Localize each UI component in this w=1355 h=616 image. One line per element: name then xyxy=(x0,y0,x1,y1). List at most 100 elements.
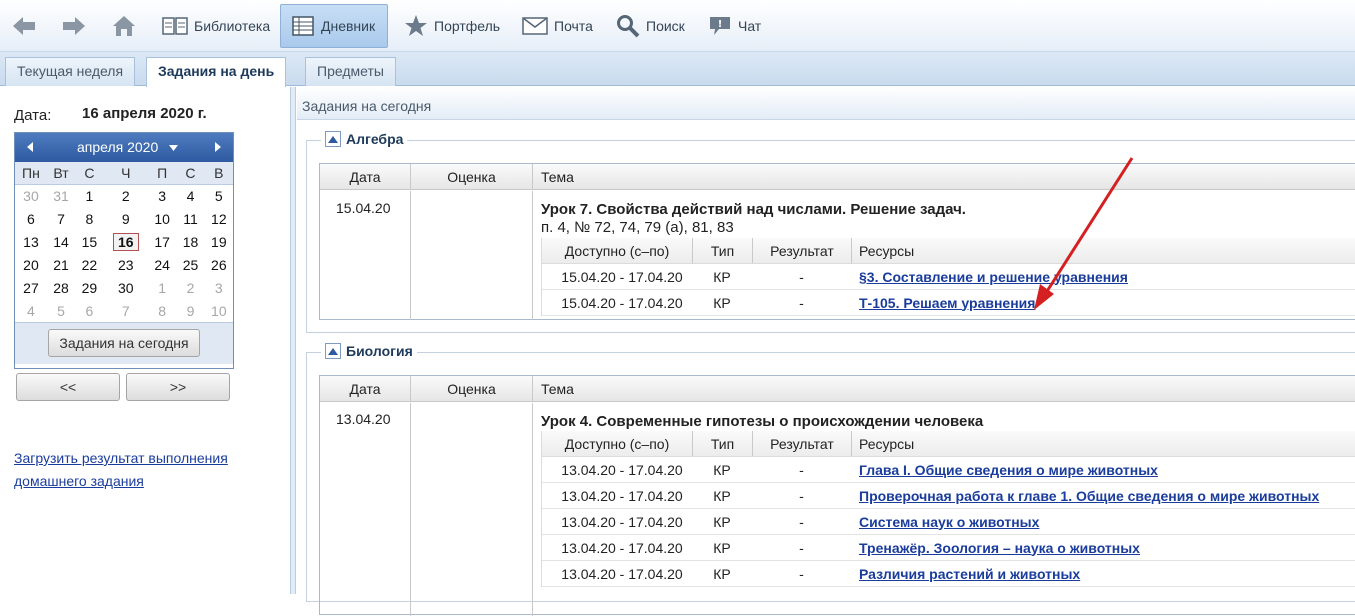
tab-tasks-for-day[interactable]: Задания на день xyxy=(146,57,287,87)
resource-row: 15.04.20 - 17.04.20 КР - §3. Составление… xyxy=(542,264,1355,290)
column-divider xyxy=(410,403,411,616)
column-header-date: Дата xyxy=(349,380,381,397)
upload-homework-link[interactable]: Загрузить результат выполнения домашнего… xyxy=(14,447,274,493)
calendar-day[interactable]: 14 xyxy=(47,230,75,253)
column-header-resources: Ресурсы xyxy=(851,431,1355,456)
collapse-icon[interactable] xyxy=(325,131,341,147)
task-date: 15.04.20 xyxy=(336,200,391,216)
calendar-day[interactable]: 1 xyxy=(75,184,103,207)
resource-link[interactable]: Т-105. Решаем уравнения xyxy=(859,295,1035,311)
calendar-day[interactable]: 2 xyxy=(104,184,148,207)
back-arrow-icon[interactable] xyxy=(10,12,38,40)
toolbar-portfolio-button[interactable]: Портфель xyxy=(400,4,504,48)
toolbar-search-button[interactable]: Поиск xyxy=(612,4,689,48)
resources-table: Доступно (с–по) Тип Результат Ресурсы 13… xyxy=(541,431,1355,587)
calendar-day[interactable]: 27 xyxy=(15,276,47,299)
calendar-month-label[interactable]: апреля 2020 xyxy=(77,139,158,155)
resource-available: 13.04.20 - 17.04.20 xyxy=(561,539,683,556)
collapse-icon[interactable] xyxy=(325,343,341,359)
svg-text:!: ! xyxy=(718,19,723,30)
weekday-label: В xyxy=(204,162,233,185)
forward-arrow-icon[interactable] xyxy=(60,12,88,40)
calendar-day[interactable]: 17 xyxy=(148,230,176,253)
calendar-day[interactable]: 5 xyxy=(205,184,233,207)
column-divider xyxy=(532,403,533,616)
calendar-day[interactable]: 31 xyxy=(47,184,75,207)
resource-link[interactable]: Различия растений и животных xyxy=(859,566,1080,582)
diary-icon xyxy=(292,16,314,36)
calendar-day[interactable]: 29 xyxy=(75,276,103,299)
calendar-next-month-icon[interactable] xyxy=(213,141,223,153)
resource-type: КР xyxy=(713,513,731,530)
toolbar-portfolio-label: Портфель xyxy=(434,18,501,34)
resource-link[interactable]: Тренажёр. Зоология – наука о животных xyxy=(859,540,1140,556)
calendar-day[interactable]: 4 xyxy=(15,299,47,322)
calendar: апреля 2020 Пн Вт С Ч П С В 30 31 1 2 3 … xyxy=(14,132,234,369)
resource-type: КР xyxy=(713,294,731,311)
toolbar-diary-button[interactable]: Дневник xyxy=(280,4,388,48)
calendar-day[interactable]: 3 xyxy=(148,184,176,207)
calendar-day[interactable]: 30 xyxy=(15,184,47,207)
tab-subjects[interactable]: Предметы xyxy=(305,57,396,86)
calendar-day[interactable]: 21 xyxy=(47,253,75,276)
calendar-day[interactable]: 1 xyxy=(148,276,176,299)
next-day-button[interactable]: >> xyxy=(126,373,230,401)
prev-day-button[interactable]: << xyxy=(16,373,120,401)
calendar-day[interactable]: 7 xyxy=(47,207,75,230)
resource-link[interactable]: Проверочная работа к главе 1. Общие свед… xyxy=(859,488,1319,504)
lesson-title: Урок 7. Свойства действий над числами. Р… xyxy=(541,201,966,218)
calendar-day[interactable]: 19 xyxy=(205,230,233,253)
calendar-day[interactable]: 26 xyxy=(205,253,233,276)
panel-splitter[interactable] xyxy=(291,87,296,594)
calendar-day[interactable]: 13 xyxy=(15,230,47,253)
calendar-day[interactable]: 10 xyxy=(205,299,233,322)
calendar-day[interactable]: 10 xyxy=(148,207,176,230)
calendar-day[interactable]: 30 xyxy=(104,276,148,299)
left-panel: Дата: 16 апреля 2020 г. апреля 2020 Пн В… xyxy=(0,87,291,594)
column-header-grade: Оценка xyxy=(410,164,532,189)
calendar-day[interactable]: 8 xyxy=(148,299,176,322)
calendar-day[interactable]: 5 xyxy=(47,299,75,322)
calendar-day[interactable]: 25 xyxy=(176,253,204,276)
calendar-day[interactable]: 12 xyxy=(205,207,233,230)
calendar-day-selected[interactable]: 16 xyxy=(104,230,148,253)
weekday-label: Пн xyxy=(15,162,47,185)
calendar-day[interactable]: 20 xyxy=(15,253,47,276)
toolbar-library-button[interactable]: Библиотека xyxy=(158,4,274,48)
calendar-day[interactable]: 6 xyxy=(15,207,47,230)
resource-row: 13.04.20 - 17.04.20 КР - Различия растен… xyxy=(542,561,1355,587)
resource-type: КР xyxy=(713,565,731,582)
resource-row: 13.04.20 - 17.04.20 КР - Проверочная раб… xyxy=(542,483,1355,509)
resource-result: - xyxy=(799,268,804,285)
calendar-day[interactable]: 28 xyxy=(47,276,75,299)
home-icon[interactable] xyxy=(110,12,138,40)
calendar-day[interactable]: 15 xyxy=(75,230,103,253)
resource-result: - xyxy=(799,461,804,478)
calendar-day[interactable]: 3 xyxy=(205,276,233,299)
calendar-day[interactable]: 6 xyxy=(75,299,103,322)
chevron-down-icon[interactable] xyxy=(169,145,178,151)
resource-available: 13.04.20 - 17.04.20 xyxy=(561,487,683,504)
calendar-day[interactable]: 2 xyxy=(176,276,204,299)
calendar-header: апреля 2020 xyxy=(15,133,233,162)
today-tasks-button[interactable]: Задания на сегодня xyxy=(48,329,200,357)
resource-link[interactable]: Система наук о животных xyxy=(859,514,1039,530)
calendar-day[interactable]: 24 xyxy=(148,253,176,276)
column-header-topic: Тема xyxy=(532,376,1355,401)
calendar-day[interactable]: 4 xyxy=(176,184,204,207)
calendar-day[interactable]: 8 xyxy=(75,207,103,230)
calendar-day[interactable]: 18 xyxy=(176,230,204,253)
calendar-day[interactable]: 9 xyxy=(104,207,148,230)
calendar-day[interactable]: 9 xyxy=(176,299,204,322)
resource-row: 15.04.20 - 17.04.20 КР - Т-105. Решаем у… xyxy=(542,290,1355,316)
calendar-day[interactable]: 7 xyxy=(104,299,148,322)
column-divider xyxy=(532,191,533,320)
tab-current-week[interactable]: Текущая неделя xyxy=(5,57,136,86)
toolbar-mail-button[interactable]: Почта xyxy=(518,4,597,48)
calendar-day[interactable]: 11 xyxy=(176,207,204,230)
resource-link[interactable]: Глава I. Общие сведения о мире животных xyxy=(859,462,1158,478)
calendar-day[interactable]: 22 xyxy=(75,253,103,276)
toolbar-chat-button[interactable]: ! Чат xyxy=(704,4,765,48)
calendar-prev-month-icon[interactable] xyxy=(25,141,35,153)
calendar-day[interactable]: 23 xyxy=(104,253,148,276)
